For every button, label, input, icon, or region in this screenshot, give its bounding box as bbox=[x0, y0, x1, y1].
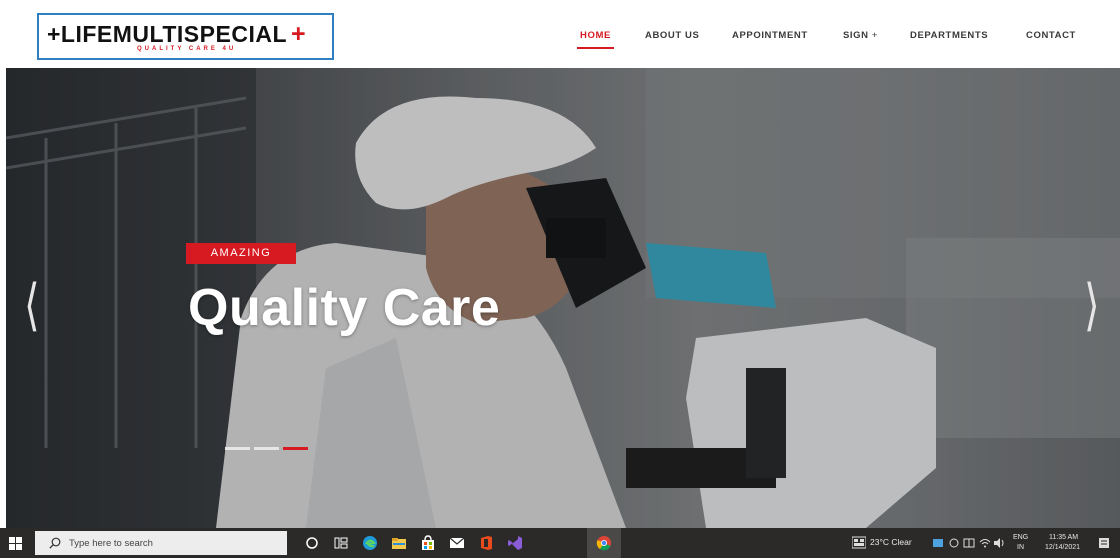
language-region: IN bbox=[1017, 544, 1024, 551]
wifi-icon[interactable] bbox=[979, 537, 991, 549]
onedrive-tray-icon[interactable] bbox=[963, 537, 975, 549]
visual-studio-icon[interactable] bbox=[507, 535, 523, 551]
chrome-icon[interactable] bbox=[596, 535, 612, 551]
logo-wordmark: +LIFEMULTISPECIAL + bbox=[47, 20, 306, 49]
slider-prev-arrow-icon[interactable]: ⟨ bbox=[24, 278, 40, 334]
nav-sign[interactable]: SIGN + bbox=[843, 30, 878, 41]
edge-icon[interactable] bbox=[362, 535, 378, 551]
slider-dot-1[interactable] bbox=[225, 447, 250, 450]
site-logo[interactable]: +LIFEMULTISPECIAL + QUALITY CARE 4U bbox=[37, 13, 334, 60]
windows-taskbar: Type here to search 23°C Clear ENG IN 11… bbox=[0, 528, 1120, 558]
logo-text: +LIFEMULTISPECIAL bbox=[47, 21, 287, 47]
hero-background-image bbox=[6, 68, 1120, 528]
dropdown-plus-icon: + bbox=[871, 30, 879, 41]
hero-badge: AMAZING bbox=[186, 243, 296, 264]
slider-dot-2[interactable] bbox=[254, 447, 279, 450]
nav-home[interactable]: HOME bbox=[577, 30, 614, 49]
nav-departments[interactable]: DEPARTMENTS bbox=[910, 30, 988, 41]
hero-slider: AMAZING Quality Care ⟨ ⟩ bbox=[6, 68, 1120, 528]
volume-icon[interactable] bbox=[993, 537, 1005, 549]
task-view-icon[interactable] bbox=[333, 535, 349, 551]
nav-appointment[interactable]: APPOINTMENT bbox=[732, 30, 808, 41]
microsoft-store-icon[interactable] bbox=[420, 535, 436, 551]
notification-tray-icon[interactable] bbox=[949, 537, 959, 549]
clock-date: 12/14/2021 bbox=[1045, 544, 1081, 551]
mail-icon[interactable] bbox=[449, 535, 465, 551]
weather-text[interactable]: 23°C Clear bbox=[870, 537, 912, 547]
network-tray-icon[interactable] bbox=[932, 537, 944, 549]
logo-cross-icon: + bbox=[291, 20, 307, 48]
site-header: +LIFEMULTISPECIAL + QUALITY CARE 4U HOME … bbox=[0, 0, 1120, 68]
language-indicator[interactable]: ENG bbox=[1013, 534, 1028, 541]
hero-title: Quality Care bbox=[188, 279, 501, 337]
nav-contact[interactable]: CONTACT bbox=[1026, 30, 1076, 41]
weather-icon[interactable] bbox=[852, 536, 866, 549]
cortana-icon[interactable] bbox=[304, 535, 320, 551]
slider-next-arrow-icon[interactable]: ⟩ bbox=[1084, 278, 1100, 334]
search-placeholder: Type here to search bbox=[69, 538, 153, 549]
taskbar-search-box[interactable]: Type here to search bbox=[35, 531, 287, 555]
logo-tagline: QUALITY CARE 4U bbox=[137, 46, 237, 52]
action-center-icon[interactable] bbox=[1098, 537, 1110, 549]
nav-sign-label: SIGN bbox=[843, 30, 869, 41]
search-icon bbox=[49, 537, 61, 549]
slider-dot-3[interactable] bbox=[283, 447, 308, 450]
clock-time[interactable]: 11:35 AM bbox=[1049, 534, 1078, 541]
office-icon[interactable] bbox=[478, 535, 494, 551]
nav-about-us[interactable]: ABOUT US bbox=[645, 30, 699, 41]
windows-start-icon[interactable] bbox=[9, 537, 22, 550]
file-explorer-icon[interactable] bbox=[391, 535, 407, 551]
